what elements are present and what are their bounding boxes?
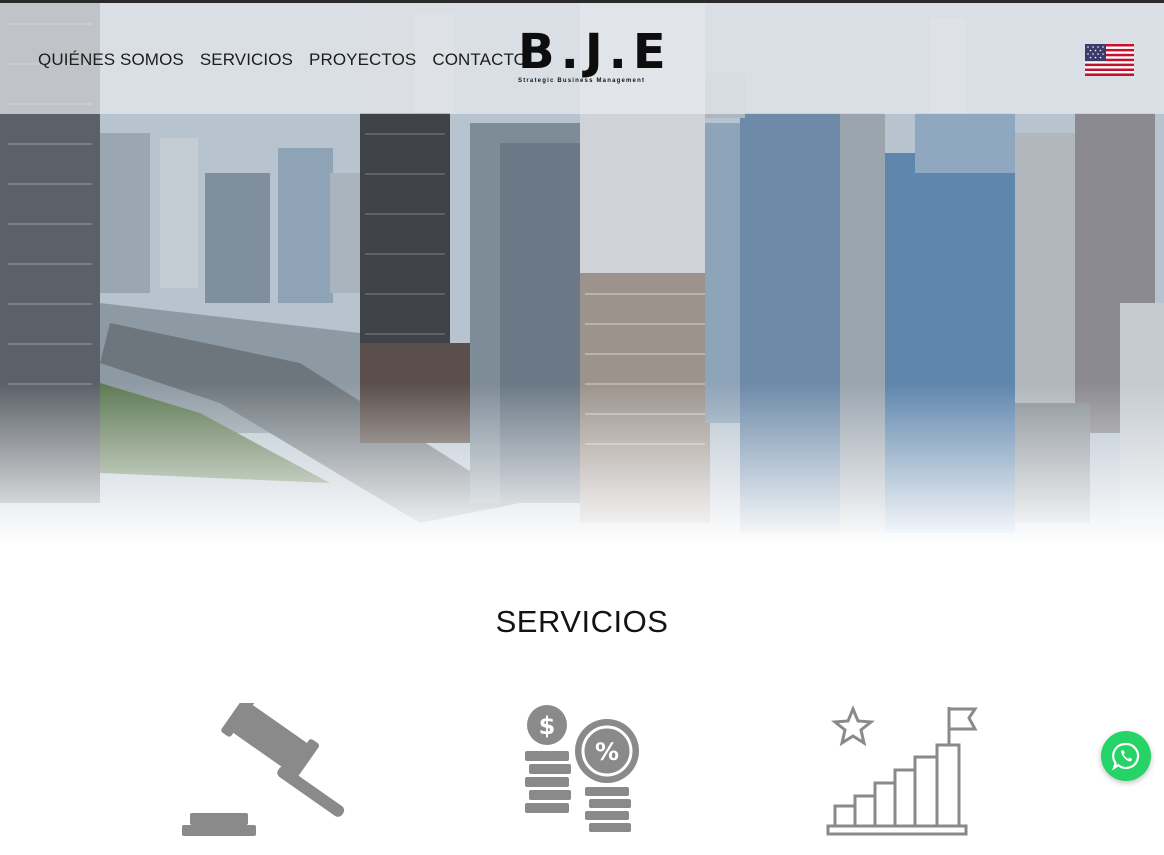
coins-percent-icon: $ % — [523, 703, 641, 838]
nav-item-servicios[interactable]: SERVICIOS — [200, 50, 293, 70]
hero-bottom-fade — [0, 383, 1164, 545]
logo-wordmark: B.J.E — [518, 24, 672, 80]
services-heading: SERVICIOS — [495, 604, 669, 639]
svg-text:$: $ — [539, 712, 556, 740]
whatsapp-icon — [1112, 742, 1140, 770]
gavel-icon — [180, 694, 345, 838]
bje-logo[interactable]: B.J.E Strategic Business Management — [518, 24, 672, 90]
nav-item-quienes-somos[interactable]: QUIÉNES SOMOS — [38, 50, 184, 70]
nav-item-contacto[interactable]: CONTACTO — [432, 50, 527, 70]
us-flag-icon[interactable] — [1085, 44, 1134, 76]
logo-tagline: Strategic Business Management — [518, 78, 646, 84]
svg-text:%: % — [595, 738, 619, 766]
growth-chart-flag-icon — [825, 703, 980, 838]
main-nav: QUIÉNES SOMOS SERVICIOS PROYECTOS CONTAC… — [38, 50, 527, 70]
site-header: QUIÉNES SOMOS SERVICIOS PROYECTOS CONTAC… — [0, 3, 1164, 114]
whatsapp-button[interactable] — [1101, 731, 1151, 781]
nav-item-proyectos[interactable]: PROYECTOS — [309, 50, 416, 70]
